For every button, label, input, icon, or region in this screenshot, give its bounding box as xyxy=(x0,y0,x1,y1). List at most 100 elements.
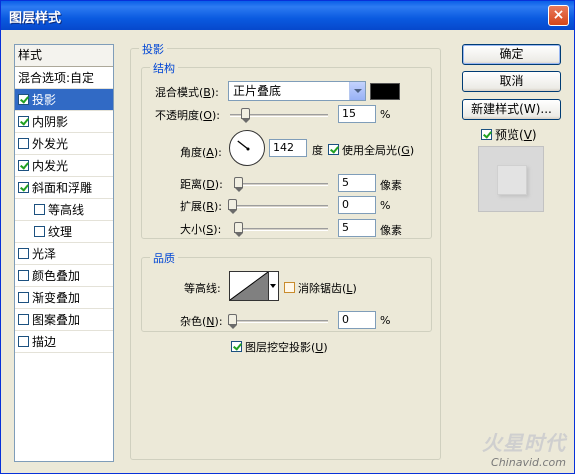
style-list-item[interactable]: 斜面和浮雕 xyxy=(15,177,113,199)
blend-mode-select[interactable]: 正片叠底 xyxy=(228,81,366,101)
style-list-item-label: 内发光 xyxy=(32,159,69,173)
quality-group: 品质 等高线: 消除锯齿(L) 杂色(N): 0 % xyxy=(141,250,432,332)
distance-slider-thumb[interactable] xyxy=(234,177,243,192)
structure-group: 结构 混合模式(B): 正片叠底 不透明度(O): 15 % 角度(A): 14… xyxy=(141,60,432,239)
quality-title: 品质 xyxy=(150,250,178,266)
angle-label: 角度(A): xyxy=(180,146,222,159)
opacity-slider-thumb[interactable] xyxy=(240,108,250,123)
style-list-checkbox[interactable] xyxy=(18,182,29,193)
style-list-item[interactable]: 渐变叠加 xyxy=(15,287,113,309)
size-slider-thumb[interactable] xyxy=(234,222,243,237)
style-list-checkbox[interactable] xyxy=(34,226,45,237)
style-list-item[interactable]: 外发光 xyxy=(15,133,113,155)
contour-curve-icon xyxy=(229,271,269,301)
cancel-button[interactable]: 取消 xyxy=(462,71,561,92)
style-preview-thumbnail xyxy=(478,146,544,212)
spread-slider-track[interactable] xyxy=(230,205,328,208)
size-slider-track[interactable] xyxy=(234,228,328,231)
style-list-checkbox[interactable] xyxy=(18,292,29,303)
knockout-checkbox[interactable] xyxy=(231,341,242,352)
style-list: 样式 混合选项:自定投影内阴影外发光内发光斜面和浮雕等高线纹理光泽颜色叠加渐变叠… xyxy=(14,44,114,462)
new-style-button[interactable]: 新建样式(W)... xyxy=(462,99,561,120)
style-list-checkbox[interactable] xyxy=(18,336,29,347)
style-list-item-label: 斜面和浮雕 xyxy=(32,181,93,195)
spread-input[interactable]: 0 xyxy=(338,196,376,214)
style-list-item-label: 渐变叠加 xyxy=(32,291,81,305)
style-list-item-label: 图案叠加 xyxy=(32,313,81,327)
style-list-item[interactable]: 图案叠加 xyxy=(15,309,113,331)
chevron-down-icon[interactable] xyxy=(349,82,365,100)
distance-slider-track[interactable] xyxy=(234,183,328,186)
layer-style-dialog: 图层样式 × 样式 混合选项:自定 投影 内阴影 外发光 内发光 斜面和浮雕 等高线 纹理 光泽… xyxy=(0,0,575,474)
global-light-checkbox[interactable] xyxy=(328,144,339,155)
style-list-checkbox[interactable] xyxy=(18,314,29,325)
angle-dial[interactable] xyxy=(229,130,265,166)
shadow-color-swatch[interactable] xyxy=(370,83,400,100)
contour-dropdown-arrow[interactable] xyxy=(269,271,279,301)
style-list-item[interactable]: 描边 xyxy=(15,331,113,353)
drop-shadow-title: 投影 xyxy=(139,41,167,57)
style-list-item-label: 投影 xyxy=(32,93,57,107)
drop-shadow-group: 投影 结构 混合模式(B): 正片叠底 不透明度(O): 15 % 角度(A): xyxy=(130,41,441,460)
opacity-unit: % xyxy=(380,108,391,121)
style-list-item-label: 混合选项:自定 xyxy=(18,71,95,85)
noise-slider-track[interactable] xyxy=(230,320,328,323)
style-list-checkbox[interactable] xyxy=(18,160,29,171)
global-light-option[interactable]: 使用全局光(G) xyxy=(328,142,414,158)
style-list-checkbox[interactable] xyxy=(34,204,45,215)
contour-label: 等高线: xyxy=(184,282,221,295)
style-list-item-label: 光泽 xyxy=(32,247,57,261)
style-list-item[interactable]: 颜色叠加 xyxy=(15,265,113,287)
style-list-checkbox[interactable] xyxy=(18,138,29,149)
noise-slider-thumb[interactable] xyxy=(228,314,237,329)
style-list-item-label: 内阴影 xyxy=(32,115,69,129)
style-list-item[interactable]: 光泽 xyxy=(15,243,113,265)
angle-unit: 度 xyxy=(312,144,323,157)
preview-swatch xyxy=(497,165,527,195)
style-list-checkbox[interactable] xyxy=(18,94,29,105)
opacity-label: 不透明度(O): xyxy=(155,109,220,122)
style-list-item-label: 等高线 xyxy=(48,203,85,217)
style-list-item-label: 描边 xyxy=(32,335,57,349)
style-list-item[interactable]: 内发光 xyxy=(15,155,113,177)
opacity-input[interactable]: 15 xyxy=(338,105,376,123)
contour-picker[interactable] xyxy=(229,271,269,301)
anti-alias-checkbox[interactable] xyxy=(284,282,295,293)
style-list-header[interactable]: 样式 xyxy=(15,45,113,67)
preview-option[interactable]: 预览(V) xyxy=(481,126,537,143)
style-list-item[interactable]: 投影 xyxy=(15,89,113,111)
spread-slider-thumb[interactable] xyxy=(228,199,237,214)
ok-button[interactable]: 确定 xyxy=(462,44,561,65)
anti-alias-option[interactable]: 消除锯齿(L) xyxy=(284,280,357,296)
style-list-item-label: 外发光 xyxy=(32,137,69,151)
style-list-item[interactable]: 等高线 xyxy=(15,199,113,221)
spread-unit: % xyxy=(380,199,391,212)
preview-checkbox[interactable] xyxy=(481,129,492,140)
size-input[interactable]: 5 xyxy=(338,219,376,237)
angle-input[interactable]: 142 xyxy=(269,139,307,157)
noise-input[interactable]: 0 xyxy=(338,311,376,329)
style-list-item-label: 纹理 xyxy=(48,225,73,239)
window-title: 图层样式 xyxy=(9,11,62,26)
spread-label: 扩展(R): xyxy=(180,200,222,213)
style-list-item[interactable]: 内阴影 xyxy=(15,111,113,133)
close-button[interactable]: × xyxy=(548,5,569,26)
watermark-logo: 火星时代 xyxy=(482,431,566,455)
distance-input[interactable]: 5 xyxy=(338,174,376,192)
angle-dial-icon xyxy=(237,140,250,151)
distance-unit: 像素 xyxy=(380,179,402,192)
style-list-item[interactable]: 混合选项:自定 xyxy=(15,67,113,89)
style-list-item[interactable]: 纹理 xyxy=(15,221,113,243)
style-list-checkbox[interactable] xyxy=(18,116,29,127)
knockout-option[interactable]: 图层挖空投影(U) xyxy=(231,339,328,355)
style-list-item-label: 颜色叠加 xyxy=(32,269,81,283)
watermark: 火星时代 Chinavid.com xyxy=(482,427,566,469)
distance-label: 距离(D): xyxy=(180,178,223,191)
size-label: 大小(S): xyxy=(180,223,222,236)
blend-mode-label: 混合模式(B): xyxy=(155,86,219,99)
title-bar[interactable]: 图层样式 × xyxy=(1,1,574,30)
noise-unit: % xyxy=(380,314,391,327)
style-list-checkbox[interactable] xyxy=(18,248,29,259)
watermark-url: Chinavid.com xyxy=(491,456,566,469)
style-list-checkbox[interactable] xyxy=(18,270,29,281)
